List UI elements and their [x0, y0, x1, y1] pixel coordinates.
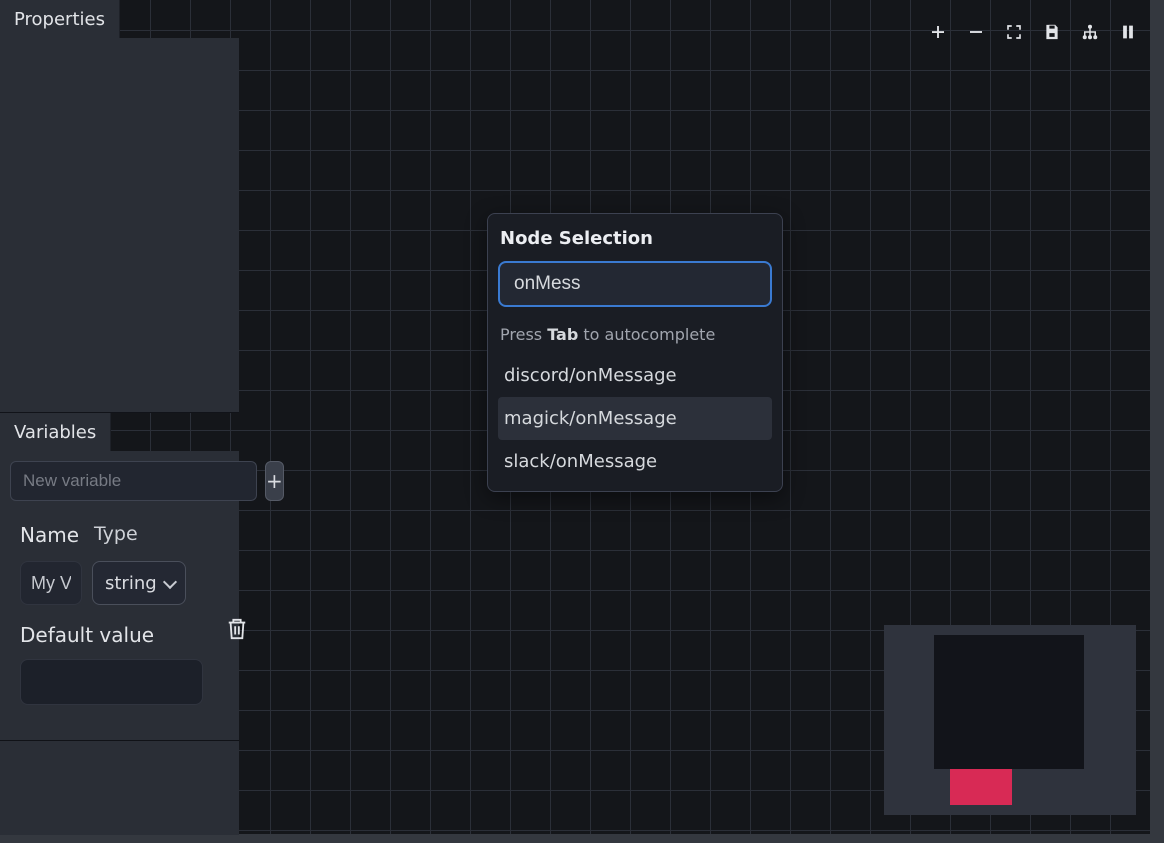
add-variable-button[interactable]: + [265, 461, 284, 501]
bottom-strip [0, 834, 1164, 843]
chevron-down-icon [163, 574, 177, 588]
add-button[interactable] [928, 22, 948, 42]
save-button[interactable] [1042, 22, 1062, 42]
new-variable-input[interactable] [10, 461, 257, 501]
variables-panel: + Name Type string Default value [0, 451, 239, 835]
variable-type-select[interactable]: string [92, 561, 186, 605]
autocomplete-hint: Press Tab to autocomplete [498, 307, 772, 354]
left-column: Properties Variables + Name Type string [0, 0, 239, 835]
properties-tabbar: Properties [0, 0, 239, 38]
minimap[interactable] [884, 625, 1136, 815]
pause-button[interactable] [1118, 22, 1138, 42]
canvas-toolbar [928, 22, 1138, 42]
fullscreen-button[interactable] [1004, 22, 1024, 42]
trash-icon[interactable] [226, 616, 248, 642]
default-value-label: Default value [0, 605, 239, 653]
minimap-viewport [934, 635, 1084, 769]
hint-key: Tab [547, 325, 578, 344]
var-type-header: Type [94, 523, 138, 547]
properties-panel [0, 38, 239, 413]
node-item[interactable]: slack/onMessage [498, 440, 772, 483]
node-popup-title: Node Selection [498, 226, 772, 261]
hierarchy-button[interactable] [1080, 22, 1100, 42]
properties-tab[interactable]: Properties [0, 0, 120, 38]
node-selection-popup: Node Selection Press Tab to autocomplete… [487, 213, 783, 492]
hint-suffix: to autocomplete [578, 325, 715, 344]
node-item[interactable]: discord/onMessage [498, 354, 772, 397]
variables-footer [0, 741, 239, 835]
node-list: discord/onMessage magick/onMessage slack… [498, 354, 772, 483]
remove-button[interactable] [966, 22, 986, 42]
var-name-header: Name [20, 523, 82, 547]
node-search-input[interactable] [498, 261, 772, 307]
node-item[interactable]: magick/onMessage [498, 397, 772, 440]
right-scroll-strip [1150, 0, 1164, 843]
variable-type-value: string [105, 573, 157, 594]
variable-name-input[interactable] [20, 561, 82, 605]
variables-tab[interactable]: Variables [0, 413, 111, 451]
minimap-handle[interactable] [950, 769, 1012, 805]
variables-tabbar: Variables [0, 413, 239, 451]
hint-prefix: Press [500, 325, 547, 344]
default-value-input[interactable] [20, 659, 203, 705]
